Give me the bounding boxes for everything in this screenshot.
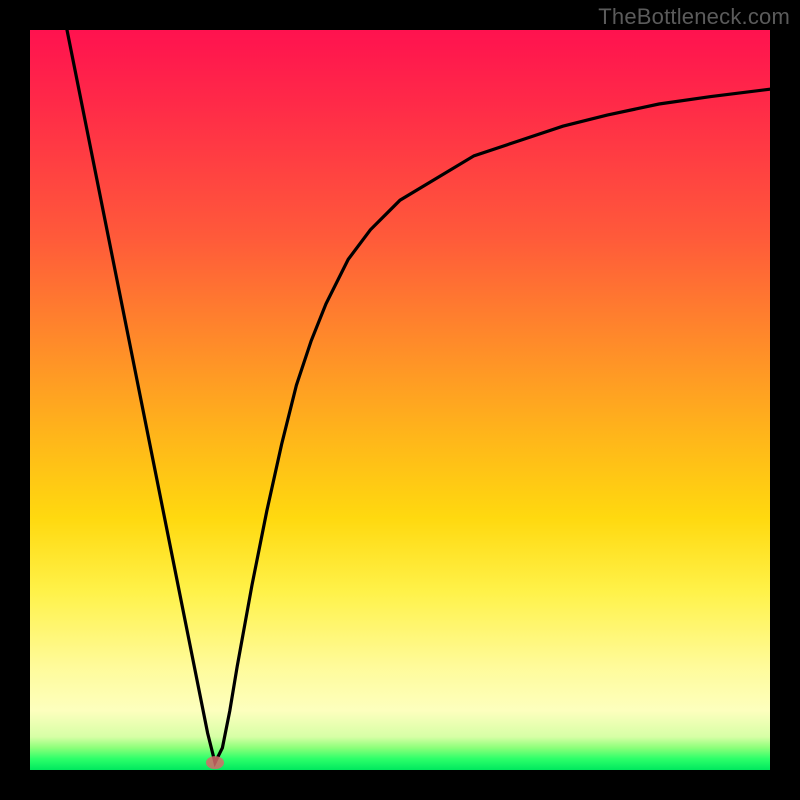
bottleneck-curve <box>67 30 770 763</box>
curve-layer <box>30 30 770 770</box>
chart-frame: TheBottleneck.com <box>0 0 800 800</box>
optimal-marker <box>206 756 224 769</box>
watermark-label: TheBottleneck.com <box>598 4 790 30</box>
